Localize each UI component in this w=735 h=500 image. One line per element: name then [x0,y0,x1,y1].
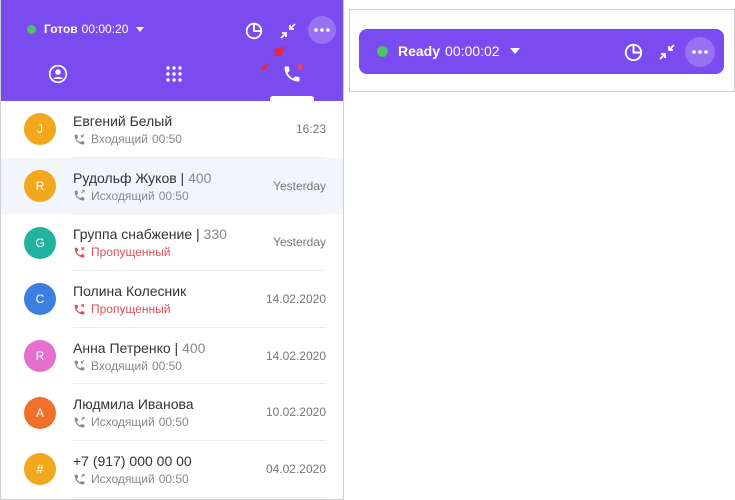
avatar: R [24,170,56,203]
compact-widget-frame: Ready 00:00:02 [349,9,735,92]
tab-dialpad[interactable] [162,62,186,86]
contact-name: Рудольф Жуков | 400 [73,170,211,186]
contact-name: Евгений Белый [73,113,182,129]
more-icon[interactable] [308,16,336,44]
compact-widget-bar: Ready 00:00:02 [359,29,724,74]
call-row[interactable]: C Полина Колесник Пропущенный 14.02.2020 [1,271,343,328]
call-info: Группа снабжение | 330 Пропущенный [73,226,227,259]
call-meta: Пропущенный [73,302,186,316]
outgoing-call-icon [73,473,91,486]
pie-chart-icon[interactable] [243,20,265,42]
status-label: Ready [398,43,441,59]
notification-dot [297,64,303,70]
call-row[interactable]: R Анна Петренко | 400 Входящий 00:50 14.02.2… [1,328,343,385]
call-info: Людмила Иванова Исходящий 00:50 [73,396,194,429]
dialpad-icon [166,66,182,82]
call-meta: Исходящий 00:50 [73,189,211,203]
contact-name-text: Группа снабжение | [73,226,204,243]
avatar: J [24,113,56,146]
call-duration: 00:50 [158,415,189,430]
expand-icon[interactable] [656,41,678,63]
outgoing-call-icon [73,189,91,202]
call-time: 14.02.2020 [265,292,326,307]
call-row[interactable]: G Группа снабжение | 330 Пропущенный Yester… [1,214,343,272]
expanded-widget: Готов 00:00:20 J Евгений Белый Входящий … [0,0,344,500]
call-row[interactable]: J Евгений Белый Входящий 00:50 16:23 [1,101,343,158]
contact-name: Группа снабжение | 330 [73,226,227,242]
outgoing-call-icon [73,416,91,429]
call-meta: Исходящий 00:50 [73,472,192,486]
chevron-down-icon [136,26,145,32]
row-divider [73,496,326,498]
extension-number: 400 [182,339,206,356]
call-history-list: J Евгений Белый Входящий 00:50 16:23 R Рудольф… [1,101,343,498]
call-kind: Исходящий [91,415,155,430]
incoming-call-icon [73,133,91,146]
status-timer: 00:00:20 [81,22,129,36]
contact-name-text: Людмила Иванова [73,396,194,413]
call-kind: Входящий [91,132,148,146]
avatar: G [24,226,56,259]
call-duration: 00:50 [151,132,182,146]
status-dot [27,24,36,34]
contact-name-text: Евгений Белый [73,113,173,129]
pie-chart-icon[interactable] [622,41,644,63]
call-info: Рудольф Жуков | 400 Исходящий 00:50 [73,170,211,203]
call-time: Yesterday [273,235,326,250]
status-selector[interactable]: Готов 00:00:20 [27,22,145,36]
minimize-icon[interactable] [277,20,299,42]
contact-name-text: +7 (917) 000 00 00 [73,453,192,470]
call-meta: Пропущенный [73,245,227,259]
more-icon[interactable] [685,37,715,67]
extension-number: 400 [188,169,212,186]
contact-name: Людмила Иванова [73,396,194,412]
missed-call-icon [73,303,91,316]
call-kind: Исходящий [91,188,155,203]
call-duration: 00:50 [158,472,189,487]
call-meta: Исходящий 00:50 [73,415,194,429]
call-meta: Входящий 00:50 [73,359,205,373]
tab-contacts[interactable] [46,62,70,86]
call-row[interactable]: A Людмила Иванова Исходящий 00:50 10.02.2020 [1,384,343,442]
call-kind: Пропущенный [91,245,171,260]
call-time: 10.02.2020 [265,405,326,420]
status-dot [377,45,388,57]
contact-name: +7 (917) 000 00 00 [73,453,192,469]
contacts-icon [48,64,68,84]
call-info: +7 (917) 000 00 00 Исходящий 00:50 [73,453,192,486]
missed-call-icon [73,246,91,259]
call-time: Yesterday [273,178,326,193]
incoming-call-icon [73,359,91,372]
call-row[interactable]: R Рудольф Жуков | 400 Исходящий 00:50 Yester… [1,157,343,215]
contact-name: Анна Петренко | 400 [73,340,205,356]
call-kind: Входящий [91,358,148,373]
avatar: C [24,283,56,316]
call-time: 16:23 [295,122,326,136]
status-label: Готов [44,22,78,36]
contact-name: Полина Колесник [73,283,186,299]
extension-number: 330 [203,226,227,243]
contact-name-text: Анна Петренко | [73,339,183,356]
chevron-down-icon [509,48,520,54]
avatar: R [24,340,56,373]
avatar: A [24,396,56,429]
call-meta: Входящий 00:50 [73,132,182,146]
call-row[interactable]: # +7 (917) 000 00 00 Исходящий 00:50 04.02.2… [1,441,343,498]
call-time: 14.02.2020 [265,348,326,363]
call-duration: 00:50 [151,358,182,373]
call-info: Полина Колесник Пропущенный [73,283,186,316]
status-timer: 00:00:02 [445,43,500,59]
status-selector[interactable]: Ready 00:00:02 [377,43,520,59]
call-info: Анна Петренко | 400 Входящий 00:50 [73,340,205,373]
avatar: # [24,453,56,486]
call-kind: Исходящий [91,472,155,487]
call-duration: 00:50 [158,188,189,203]
widget-header: Готов 00:00:20 [1,0,343,101]
call-time: 04.02.2020 [265,462,326,477]
contact-name-text: Рудольф Жуков | [73,169,189,186]
call-info: Евгений Белый Входящий 00:50 [73,113,182,146]
call-kind: Пропущенный [91,302,171,317]
contact-name-text: Полина Колесник [73,283,187,300]
